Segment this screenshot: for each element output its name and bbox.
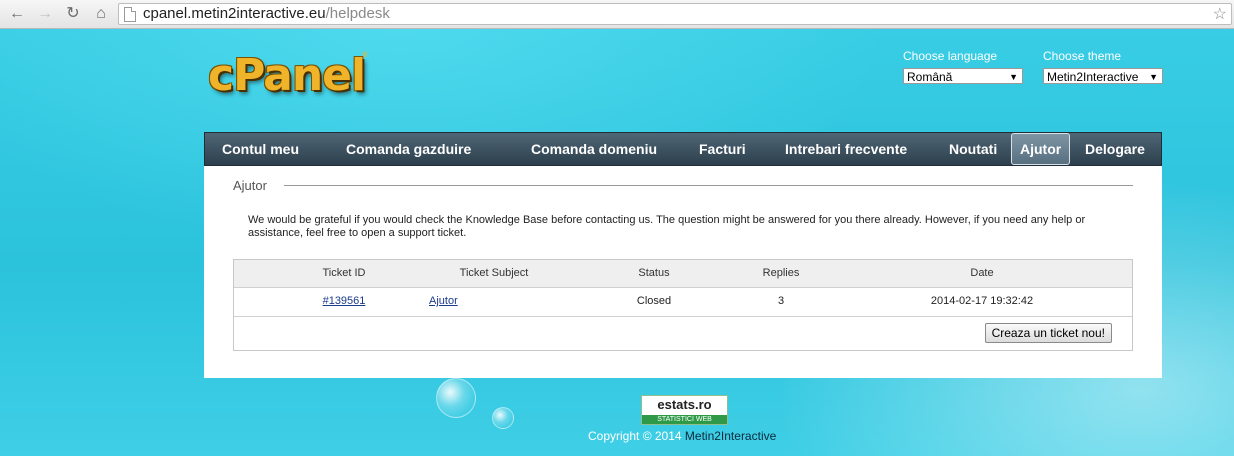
forward-icon[interactable]: → bbox=[34, 3, 56, 25]
nav-contul-meu[interactable]: Contul meu bbox=[222, 133, 299, 165]
intro-text: We would be grateful if you would check … bbox=[248, 214, 1086, 239]
address-bar[interactable]: cpanel.metin2interactive.eu/helpdesk ☆ bbox=[118, 3, 1232, 25]
estats-subtitle: STATISTICI WEB bbox=[642, 415, 727, 424]
theme-select[interactable]: Metin2Interactive ▼ bbox=[1043, 68, 1163, 84]
back-icon[interactable]: ← bbox=[6, 3, 28, 25]
nav-noutati[interactable]: Noutati bbox=[949, 133, 997, 165]
header-replies: Replies bbox=[762, 267, 800, 279]
browser-toolbar: ← → ↻ ⌂ cpanel.metin2interactive.eu/help… bbox=[0, 0, 1234, 29]
content-panel: Ajutor We would be grateful if you would… bbox=[204, 166, 1162, 378]
table-header: Ticket ID Ticket Subject Status Replies … bbox=[234, 260, 1132, 288]
bubble-decoration bbox=[492, 407, 514, 429]
header-status: Status bbox=[638, 267, 670, 279]
ticket-subject-cell: Ajutor bbox=[429, 295, 459, 307]
registered-mark: ® bbox=[362, 50, 368, 59]
page-icon bbox=[124, 7, 136, 22]
home-icon[interactable]: ⌂ bbox=[90, 3, 112, 25]
ticket-status: Closed bbox=[636, 295, 672, 307]
chevron-down-icon: ▼ bbox=[1149, 72, 1158, 82]
nav-comanda-gazduire[interactable]: Comanda gazduire bbox=[346, 133, 471, 165]
language-label: Choose language bbox=[903, 49, 998, 63]
copyright-brand: Metin2Interactive bbox=[684, 429, 777, 443]
ticket-date: 2014-02-17 19:32:42 bbox=[930, 295, 1034, 307]
reload-icon[interactable]: ↻ bbox=[62, 3, 84, 25]
header-ticket-subject: Ticket Subject bbox=[459, 267, 529, 279]
copyright-text: Copyright © 2014 Metin2Interactive bbox=[588, 429, 777, 443]
tickets-table: Ticket ID Ticket Subject Status Replies … bbox=[233, 259, 1133, 351]
chevron-down-icon: ▼ bbox=[1009, 72, 1018, 82]
theme-label: Choose theme bbox=[1043, 49, 1122, 63]
ticket-id-cell: #139561 bbox=[294, 295, 394, 307]
main-nav: Contul meu Comanda gazduire Comanda dome… bbox=[204, 132, 1162, 166]
nav-facturi[interactable]: Facturi bbox=[699, 133, 746, 165]
nav-comanda-domeniu[interactable]: Comanda domeniu bbox=[531, 133, 657, 165]
url-text[interactable]: cpanel.metin2interactive.eu/helpdesk bbox=[143, 5, 390, 22]
language-select[interactable]: Română ▼ bbox=[903, 68, 1023, 84]
nav-ajutor[interactable]: Ajutor bbox=[1011, 133, 1071, 165]
estats-logo: estats.ro bbox=[657, 397, 712, 412]
new-ticket-button[interactable]: Creaza un ticket nou! bbox=[984, 323, 1112, 343]
estats-badge[interactable]: estats.ro STATISTICI WEB bbox=[641, 395, 728, 425]
ticket-replies: 3 bbox=[777, 295, 785, 307]
section-divider bbox=[284, 185, 1133, 186]
bubble-decoration bbox=[436, 378, 476, 418]
table-row: #139561 Ajutor Closed 3 2014-02-17 19:32… bbox=[234, 288, 1132, 317]
section-title: Ajutor bbox=[233, 178, 267, 193]
header-ticket-id: Ticket ID bbox=[322, 267, 366, 279]
ticket-subject-link[interactable]: Ajutor bbox=[429, 295, 458, 307]
nav-delogare[interactable]: Delogare bbox=[1085, 133, 1145, 165]
cpanel-logo[interactable]: cPanel bbox=[208, 50, 366, 101]
bookmark-star-icon[interactable]: ☆ bbox=[1213, 4, 1227, 24]
header-date: Date bbox=[970, 267, 994, 279]
ticket-id-link[interactable]: #139561 bbox=[323, 295, 366, 307]
nav-intrebari-frecvente[interactable]: Intrebari frecvente bbox=[785, 133, 907, 165]
